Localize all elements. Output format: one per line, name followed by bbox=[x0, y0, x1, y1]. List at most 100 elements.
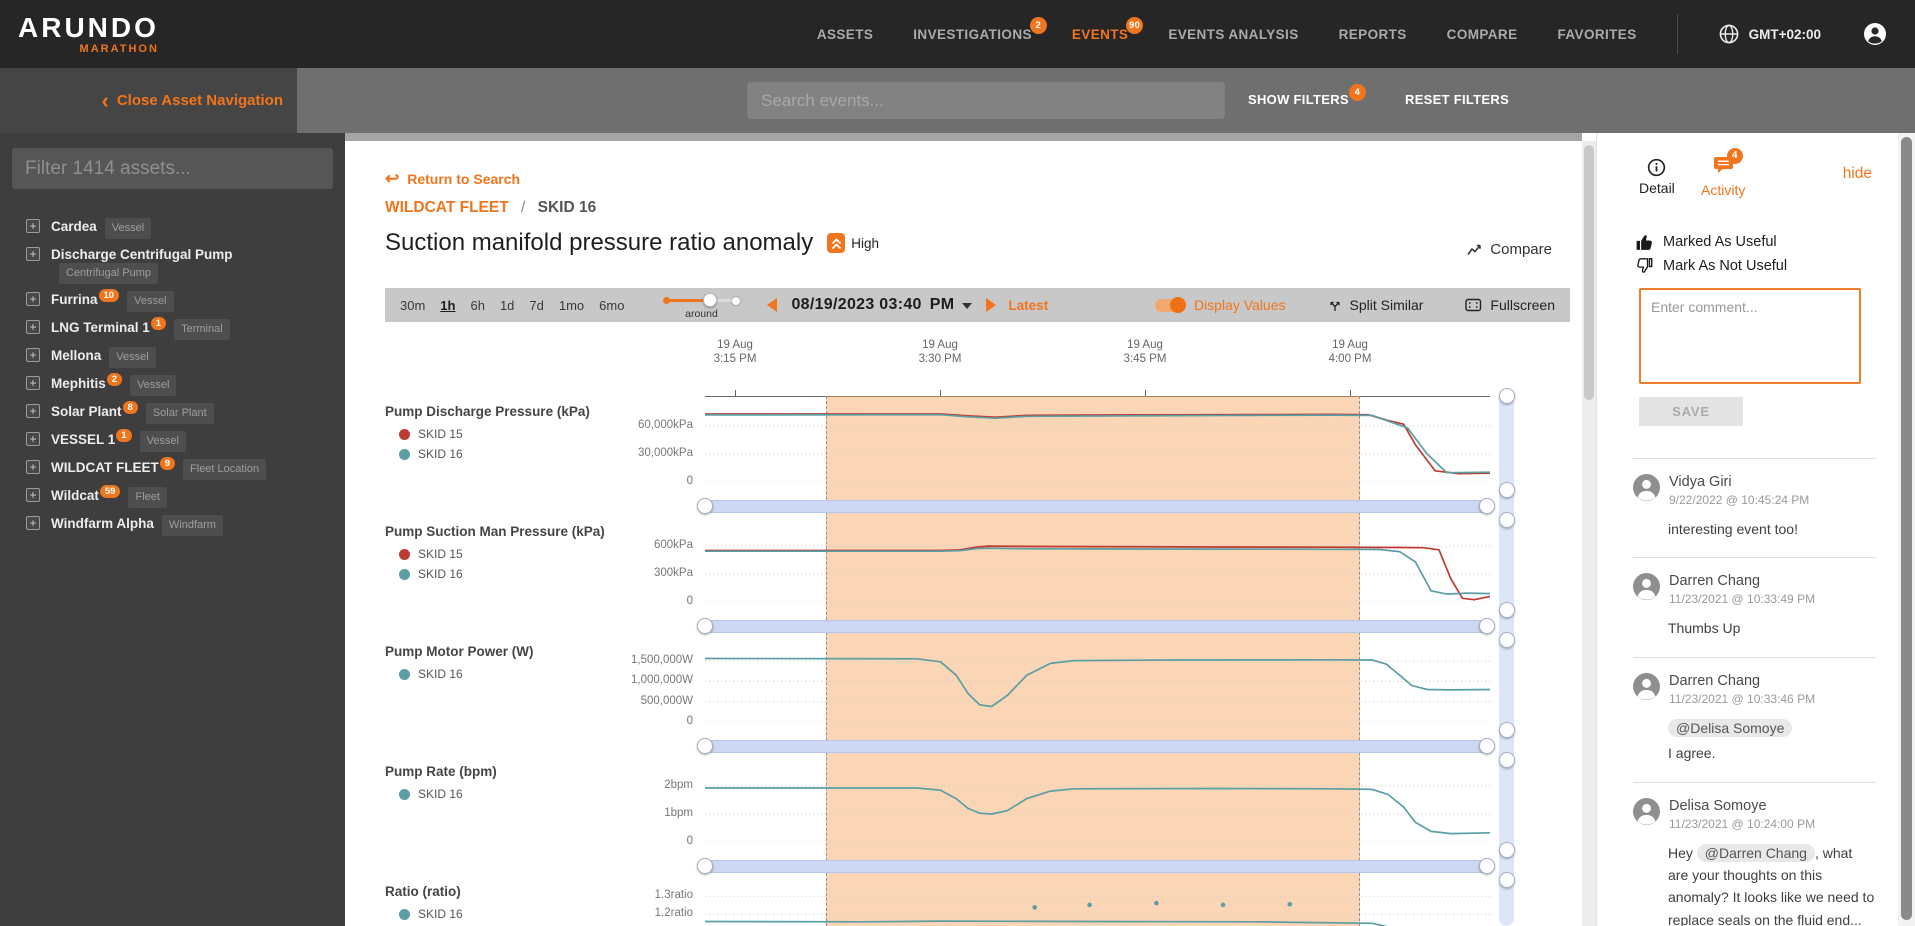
show-filters-button[interactable]: SHOW FILTERS 4 bbox=[1248, 84, 1366, 107]
horizontal-zoom-bar[interactable] bbox=[705, 500, 1490, 513]
expand-icon[interactable]: + bbox=[26, 516, 40, 530]
range-1d[interactable]: 1d bbox=[500, 298, 514, 313]
main-vertical-scrollbar[interactable] bbox=[1582, 141, 1596, 926]
zoom-handle[interactable] bbox=[697, 498, 713, 514]
legend-item[interactable]: SKID 16 bbox=[399, 567, 463, 581]
hide-panel-link[interactable]: hide bbox=[1843, 165, 1872, 183]
expand-icon[interactable]: + bbox=[26, 460, 40, 474]
comment-input[interactable] bbox=[1639, 288, 1861, 384]
legend-item[interactable]: SKID 16 bbox=[399, 667, 463, 681]
sidebar-asset-lng-terminal[interactable]: + LNG Terminal 1 1 Terminal bbox=[26, 317, 333, 340]
expand-icon[interactable]: + bbox=[26, 348, 40, 362]
save-comment-button[interactable]: SAVE bbox=[1639, 397, 1743, 426]
sidebar-asset-discharge-pump[interactable]: + Discharge Centrifugal PumpCentrifugal P… bbox=[26, 246, 333, 284]
zoom-handle[interactable] bbox=[1499, 872, 1515, 888]
zoom-handle[interactable] bbox=[697, 858, 713, 874]
chart-plot-svg[interactable] bbox=[705, 880, 1490, 926]
datetime-picker[interactable]: 08/19/2023 03:40 PM bbox=[791, 296, 973, 314]
sidebar-asset-mephitis[interactable]: + Mephitis 2 Vessel bbox=[26, 373, 333, 396]
horizontal-zoom-bar[interactable] bbox=[705, 860, 1490, 873]
nav-investigations[interactable]: INVESTIGATIONS 2 bbox=[913, 16, 1047, 42]
nav-events-analysis[interactable]: EVENTS ANALYSIS bbox=[1168, 27, 1298, 42]
sidebar-asset-mellona[interactable]: + Mellona Vessel bbox=[26, 347, 333, 368]
zoom-handle[interactable] bbox=[1499, 722, 1515, 738]
expand-icon[interactable]: + bbox=[26, 247, 40, 261]
zoom-handle[interactable] bbox=[1499, 512, 1515, 528]
return-to-search-link[interactable]: ↩ Return to Search bbox=[385, 169, 520, 189]
chart-plot-svg[interactable] bbox=[705, 760, 1490, 842]
around-slider-handle[interactable] bbox=[702, 293, 717, 307]
zoom-handle[interactable] bbox=[1499, 388, 1515, 404]
breadcrumb-fleet-link[interactable]: WILDCAT FLEET bbox=[385, 199, 509, 216]
range-6mo[interactable]: 6mo bbox=[599, 298, 624, 313]
expand-icon[interactable]: + bbox=[26, 320, 40, 334]
marked-as-useful-button[interactable]: Marked As Useful bbox=[1635, 233, 1777, 251]
mark-as-not-useful-button[interactable]: Mark As Not Useful bbox=[1635, 257, 1787, 275]
range-7d[interactable]: 7d bbox=[529, 298, 543, 313]
chart-plot-svg[interactable] bbox=[705, 520, 1490, 602]
tab-activity[interactable]: 4 Activity bbox=[1701, 148, 1745, 198]
sidebar-asset-cardea[interactable]: + Cardea Vessel bbox=[26, 218, 333, 239]
around-slider[interactable]: around bbox=[663, 290, 741, 320]
expand-icon[interactable]: + bbox=[26, 376, 40, 390]
legend-item[interactable]: SKID 16 bbox=[399, 447, 463, 461]
horizontal-scrollbar[interactable] bbox=[345, 133, 1582, 141]
range-1mo[interactable]: 1mo bbox=[559, 298, 584, 313]
user-avatar[interactable] bbox=[1861, 20, 1889, 48]
tab-detail[interactable]: Detail bbox=[1639, 158, 1675, 196]
latest-button[interactable]: Latest bbox=[1008, 298, 1048, 313]
zoom-handle[interactable] bbox=[697, 738, 713, 754]
zoom-handle[interactable] bbox=[1479, 618, 1495, 634]
expand-icon[interactable]: + bbox=[26, 432, 40, 446]
expand-icon[interactable]: + bbox=[26, 219, 40, 233]
range-30m[interactable]: 30m bbox=[400, 298, 425, 313]
step-back-button[interactable] bbox=[767, 298, 778, 312]
horizontal-zoom-bar[interactable] bbox=[705, 620, 1490, 633]
zoom-handle[interactable] bbox=[1499, 602, 1515, 618]
nav-reports[interactable]: REPORTS bbox=[1339, 27, 1407, 42]
compare-button[interactable]: Compare bbox=[1467, 241, 1552, 258]
display-values-toggle[interactable]: Display Values bbox=[1154, 296, 1286, 313]
zoom-handle[interactable] bbox=[1479, 498, 1495, 514]
range-6h[interactable]: 6h bbox=[470, 298, 484, 313]
range-1h[interactable]: 1h bbox=[440, 298, 455, 313]
expand-icon[interactable]: + bbox=[26, 404, 40, 418]
scrollbar-thumb[interactable] bbox=[1901, 137, 1912, 920]
sidebar-asset-furrina[interactable]: + Furrina 10 Vessel bbox=[26, 289, 333, 312]
reset-filters-button[interactable]: RESET FILTERS bbox=[1405, 92, 1509, 107]
nav-compare[interactable]: COMPARE bbox=[1447, 27, 1518, 42]
nav-assets[interactable]: ASSETS bbox=[817, 27, 873, 42]
legend-item[interactable]: SKID 15 bbox=[399, 427, 463, 441]
expand-icon[interactable]: + bbox=[26, 292, 40, 306]
mention-chip[interactable]: @Darren Chang bbox=[1696, 843, 1815, 862]
expand-icon[interactable]: + bbox=[26, 488, 40, 502]
close-asset-navigation-button[interactable]: ‹ Close Asset Navigation bbox=[102, 89, 284, 111]
search-events-input[interactable] bbox=[747, 82, 1225, 119]
zoom-handle[interactable] bbox=[1499, 842, 1515, 858]
fullscreen-button[interactable]: Fullscreen bbox=[1465, 297, 1555, 313]
split-similar-button[interactable]: Split Similar bbox=[1328, 297, 1423, 313]
nav-events[interactable]: EVENTS 90 bbox=[1072, 16, 1144, 42]
zoom-handle[interactable] bbox=[1499, 752, 1515, 768]
legend-item[interactable]: SKID 16 bbox=[399, 787, 463, 801]
sidebar-asset-windfarm-alpha[interactable]: + Windfarm Alpha Windfarm bbox=[26, 515, 333, 536]
timezone-selector[interactable]: GMT+02:00 bbox=[1718, 23, 1821, 45]
sidebar-asset-wildcat-fleet[interactable]: + WILDCAT FLEET 9 Fleet Location bbox=[26, 457, 333, 480]
chart-plot-svg[interactable] bbox=[705, 640, 1490, 722]
legend-item[interactable]: SKID 15 bbox=[399, 547, 463, 561]
zoom-handle[interactable] bbox=[1499, 632, 1515, 648]
arundo-logo[interactable]: ARUNDO MARATHON bbox=[18, 13, 159, 55]
nav-favorites[interactable]: FAVORITES bbox=[1557, 27, 1636, 42]
zoom-handle[interactable] bbox=[1499, 482, 1515, 498]
legend-item[interactable]: SKID 16 bbox=[399, 907, 463, 921]
chart-plot-svg[interactable] bbox=[705, 400, 1490, 482]
zoom-handle[interactable] bbox=[1479, 858, 1495, 874]
step-forward-button[interactable] bbox=[986, 298, 997, 312]
zoom-handle[interactable] bbox=[697, 618, 713, 634]
zoom-handle[interactable] bbox=[1479, 738, 1495, 754]
sidebar-asset-wildcat[interactable]: + Wildcat 59 Fleet bbox=[26, 485, 333, 508]
filter-assets-input[interactable] bbox=[12, 148, 333, 189]
scrollbar-thumb[interactable] bbox=[1584, 145, 1594, 400]
sidebar-asset-solar-plant[interactable]: + Solar Plant 8 Solar Plant bbox=[26, 401, 333, 424]
window-scrollbar[interactable] bbox=[1898, 133, 1915, 926]
